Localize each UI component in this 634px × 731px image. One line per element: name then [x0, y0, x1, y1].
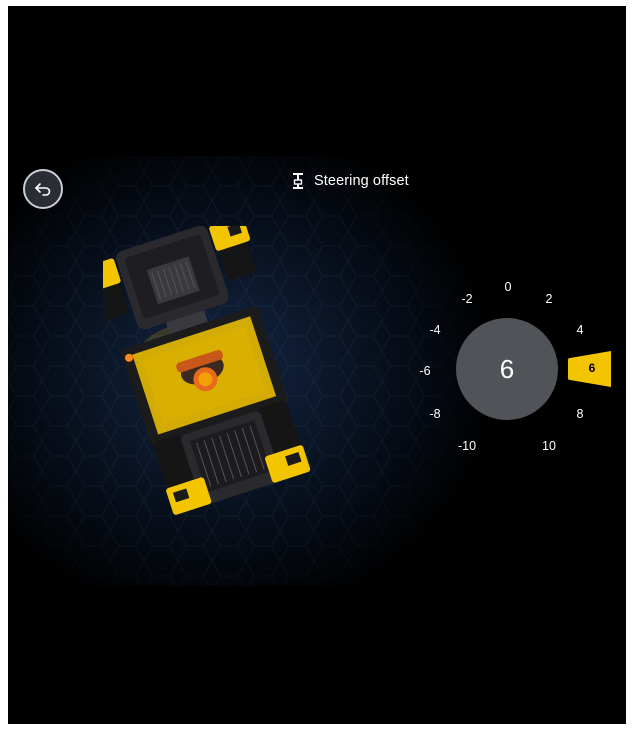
page-title: Steering offset: [314, 173, 409, 189]
dial-current-value-display: 6: [456, 318, 558, 420]
dial-tick-label: -8: [429, 407, 441, 421]
back-button[interactable]: [23, 169, 63, 209]
dial-tick-label: -10: [457, 439, 477, 453]
page-header: Steering offset: [292, 172, 409, 190]
dial-current-value: 6: [499, 353, 515, 384]
dial-tick-label: 2: [545, 292, 553, 306]
dial-tick-label: 0: [504, 280, 512, 294]
dial-tick-label: 8: [576, 407, 584, 421]
dial-tick-label: 10: [542, 439, 556, 453]
steering-offset-dial[interactable]: -10 -8 -6 -4 -2 0 2 4 8 10 6 6: [408, 276, 626, 476]
dial-tick-label: -4: [429, 323, 441, 337]
dial-tick-label: 4: [576, 323, 584, 337]
app-screen: Steering offset -10 -8 -6 -4 -2 0 2 4 8 …: [8, 6, 626, 724]
back-arrow-icon: [35, 183, 51, 196]
steering-offset-icon: [293, 173, 303, 189]
wheel-loader-top-view: [103, 226, 311, 515]
dial-tick-label: -2: [461, 292, 473, 306]
dial-selected-marker-label: 6: [588, 361, 596, 375]
dial-tick-label: -6: [419, 364, 431, 378]
